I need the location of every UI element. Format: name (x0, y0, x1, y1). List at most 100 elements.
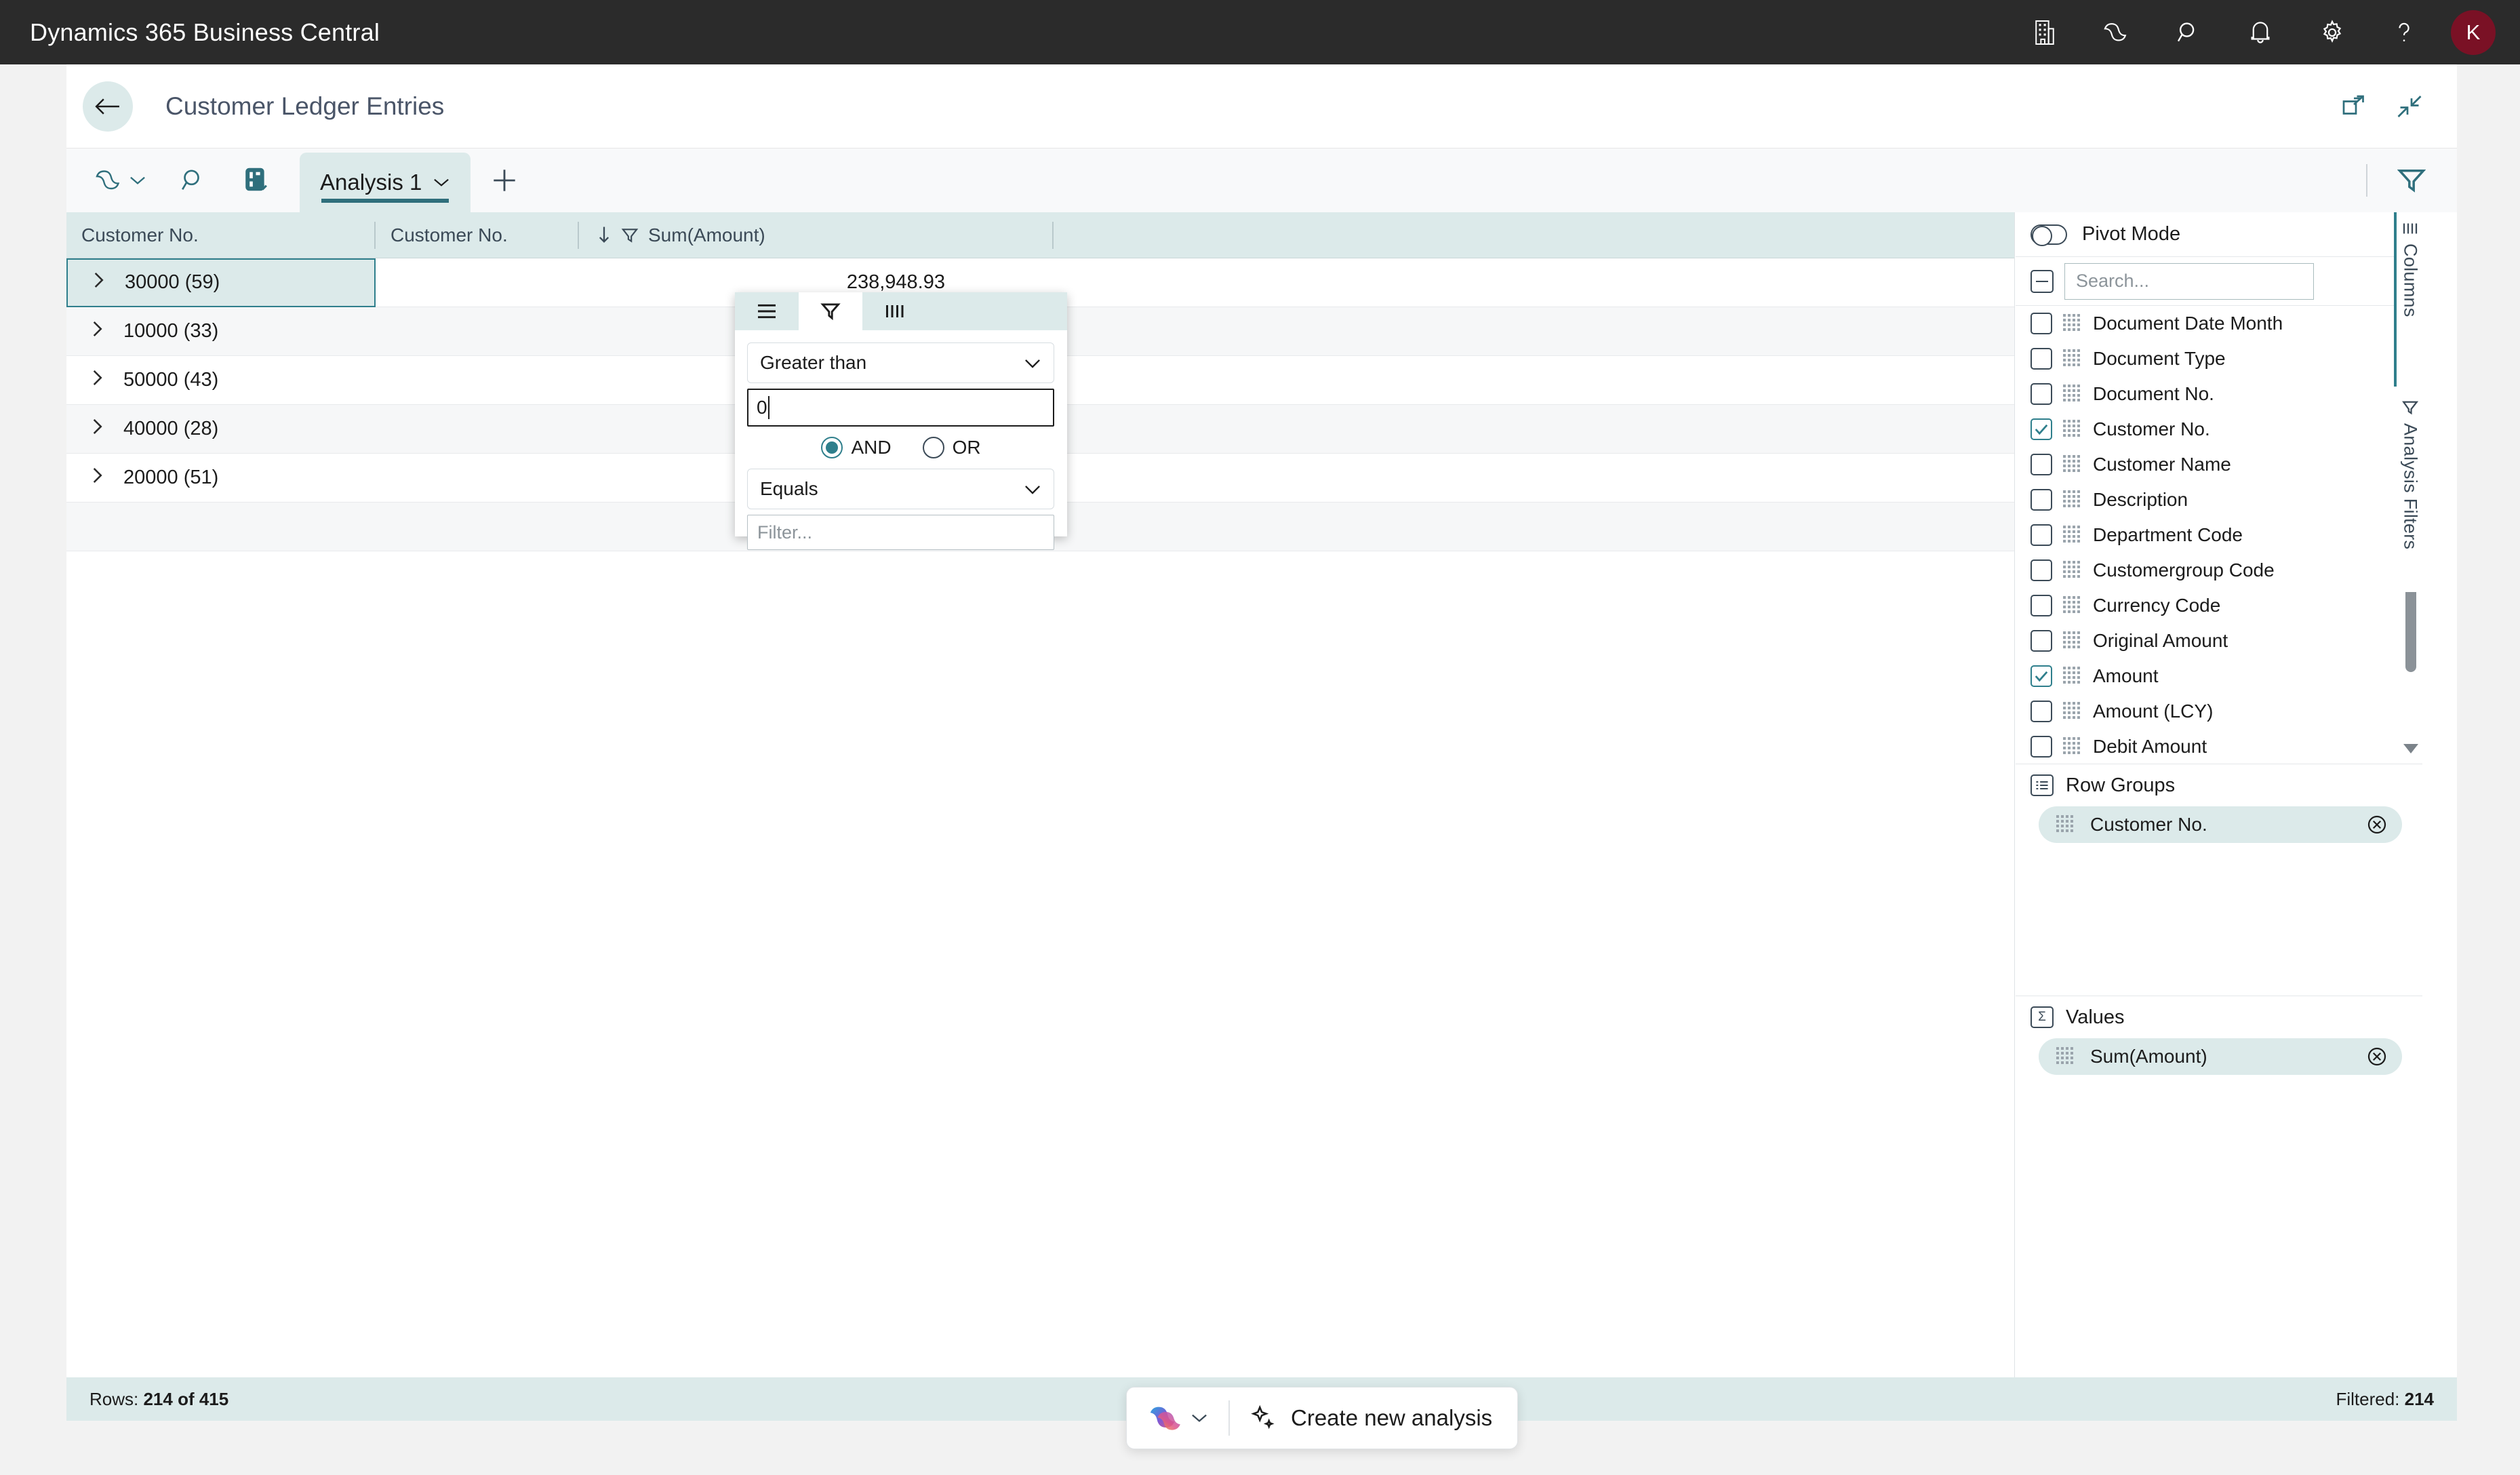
remove-value-icon[interactable] (2367, 1046, 2387, 1067)
column-checkbox[interactable] (2031, 383, 2052, 405)
column-list-item[interactable]: Description (2016, 482, 2422, 517)
radio-or[interactable]: OR (922, 437, 981, 458)
vtab-analysis-filters[interactable]: Analysis Filters (2394, 391, 2424, 592)
cell-group[interactable]: 10000 (33) (66, 307, 376, 356)
filter-value-1-input[interactable]: 0 (747, 389, 1054, 427)
column-checkbox[interactable] (2031, 701, 2052, 722)
column-checkbox[interactable] (2031, 418, 2052, 440)
company-icon[interactable] (2009, 0, 2081, 64)
column-header-customer-no-group[interactable]: Customer No. (66, 212, 376, 258)
search-icon[interactable] (2153, 0, 2224, 64)
radio-and-control[interactable] (821, 437, 843, 458)
drag-handle-icon[interactable] (2063, 420, 2082, 439)
collapse-icon[interactable] (2396, 94, 2423, 119)
chevron-down-icon[interactable] (433, 176, 450, 189)
drag-handle-icon[interactable] (2063, 490, 2082, 509)
radio-or-control[interactable] (922, 437, 944, 458)
expand-chevron-icon[interactable] (89, 418, 104, 441)
cell-group[interactable]: 30000 (59) (66, 258, 376, 307)
drag-handle-icon[interactable] (2063, 667, 2082, 686)
copilot-dropdown-button[interactable] (1127, 1402, 1208, 1434)
drag-handle-icon[interactable] (2063, 631, 2082, 650)
popup-tab-columns[interactable] (862, 292, 926, 330)
scroll-down-arrow-icon[interactable] (2403, 744, 2418, 753)
column-list-item[interactable]: Amount (2016, 658, 2422, 694)
drag-handle-icon[interactable] (2063, 314, 2082, 333)
add-analysis-button[interactable] (471, 149, 538, 212)
column-checkbox[interactable] (2031, 630, 2052, 652)
column-list-item[interactable]: Customer No. (2016, 412, 2422, 447)
cell-sum-amount[interactable]: 238,948.93 (579, 271, 1054, 294)
notification-bell-icon[interactable] (2224, 0, 2296, 64)
value-pill-sum-amount[interactable]: Sum(Amount) (2039, 1038, 2402, 1075)
column-list-item[interactable]: Customergroup Code (2016, 553, 2422, 588)
expand-chevron-icon[interactable] (89, 369, 104, 392)
pivot-mode-toggle[interactable] (2031, 224, 2067, 246)
column-list-item[interactable]: Department Code (2016, 517, 2422, 553)
copilot-toolbar-button[interactable] (80, 149, 161, 212)
gear-icon[interactable] (2296, 0, 2368, 64)
analysis-tab-1[interactable]: Analysis 1 (300, 153, 471, 212)
column-list-item[interactable]: Debit Amount (2016, 729, 2422, 764)
drag-handle-icon[interactable] (2063, 385, 2082, 404)
create-new-analysis-button[interactable]: Create new analysis (1250, 1405, 1492, 1431)
column-checkbox[interactable] (2031, 736, 2052, 758)
drag-handle-icon[interactable] (2063, 349, 2082, 368)
expand-chevron-icon[interactable] (89, 320, 104, 343)
help-icon[interactable] (2368, 0, 2440, 64)
cell-group[interactable]: 40000 (28) (66, 405, 376, 454)
column-checkbox[interactable] (2031, 559, 2052, 581)
popup-tab-general[interactable] (735, 292, 799, 330)
column-list-item[interactable]: Document Date Month (2016, 306, 2422, 341)
column-list-item[interactable]: Document No. (2016, 376, 2422, 412)
drag-handle-icon[interactable] (2063, 561, 2082, 580)
row-groups-title: Row Groups (2066, 774, 2176, 796)
column-checkbox[interactable] (2031, 348, 2052, 370)
column-list-item[interactable]: Customer Name (2016, 447, 2422, 482)
drag-handle-icon[interactable] (2063, 526, 2082, 545)
vtab-columns[interactable]: Columns (2394, 212, 2424, 387)
collapse-all-icon[interactable] (2031, 269, 2054, 293)
drag-handle-icon[interactable] (2063, 737, 2082, 756)
expand-chevron-icon[interactable] (89, 467, 104, 490)
expand-chevron-icon[interactable] (91, 271, 106, 294)
filter-value-2-input[interactable]: Filter... (747, 515, 1054, 550)
cell-group[interactable]: 50000 (43) (66, 356, 376, 405)
filter-condition-2-select[interactable]: Equals (747, 469, 1054, 509)
open-in-new-window-icon[interactable] (2340, 94, 2367, 119)
drag-handle-icon[interactable] (2063, 596, 2082, 615)
back-button[interactable] (83, 81, 133, 132)
column-list[interactable]: Document Date Month Document Type Document… (2016, 306, 2422, 764)
column-header-customer-no[interactable]: Customer No. (376, 212, 579, 258)
cell-group[interactable]: 20000 (51) (66, 454, 376, 503)
search-toolbar-button[interactable] (161, 149, 225, 212)
column-checkbox[interactable] (2031, 313, 2052, 334)
avatar[interactable]: K (2451, 9, 2496, 55)
row-group-pill-customer-no[interactable]: Customer No. (2039, 806, 2402, 843)
popup-tab-filter[interactable] (799, 292, 862, 330)
copilot-icon[interactable] (2081, 0, 2153, 64)
column-list-item[interactable]: Amount (LCY) (2016, 694, 2422, 729)
analysis-mode-button[interactable] (225, 149, 289, 212)
filter-condition-1-select[interactable]: Greater than (747, 342, 1054, 383)
remove-row-group-icon[interactable] (2367, 814, 2387, 835)
column-checkbox[interactable] (2031, 665, 2052, 687)
column-checkbox[interactable] (2031, 524, 2052, 546)
drag-handle-icon[interactable] (2056, 815, 2075, 834)
column-search-input[interactable]: Search... (2064, 262, 2314, 300)
filter-icon[interactable] (2397, 168, 2426, 193)
column-header-sum-amount[interactable]: Sum(Amount) (579, 212, 1054, 258)
row-groups-icon (2031, 774, 2054, 796)
drag-handle-icon[interactable] (2056, 1047, 2075, 1066)
chevron-down-icon[interactable] (1191, 1412, 1208, 1424)
column-list-item[interactable]: Original Amount (2016, 623, 2422, 658)
drag-handle-icon[interactable] (2063, 455, 2082, 474)
column-divider[interactable] (1052, 221, 1054, 249)
column-checkbox[interactable] (2031, 595, 2052, 616)
column-checkbox[interactable] (2031, 454, 2052, 475)
drag-handle-icon[interactable] (2063, 702, 2082, 721)
radio-and[interactable]: AND (821, 437, 892, 458)
column-checkbox[interactable] (2031, 489, 2052, 511)
column-list-item[interactable]: Document Type (2016, 341, 2422, 376)
column-list-item[interactable]: Currency Code (2016, 588, 2422, 623)
